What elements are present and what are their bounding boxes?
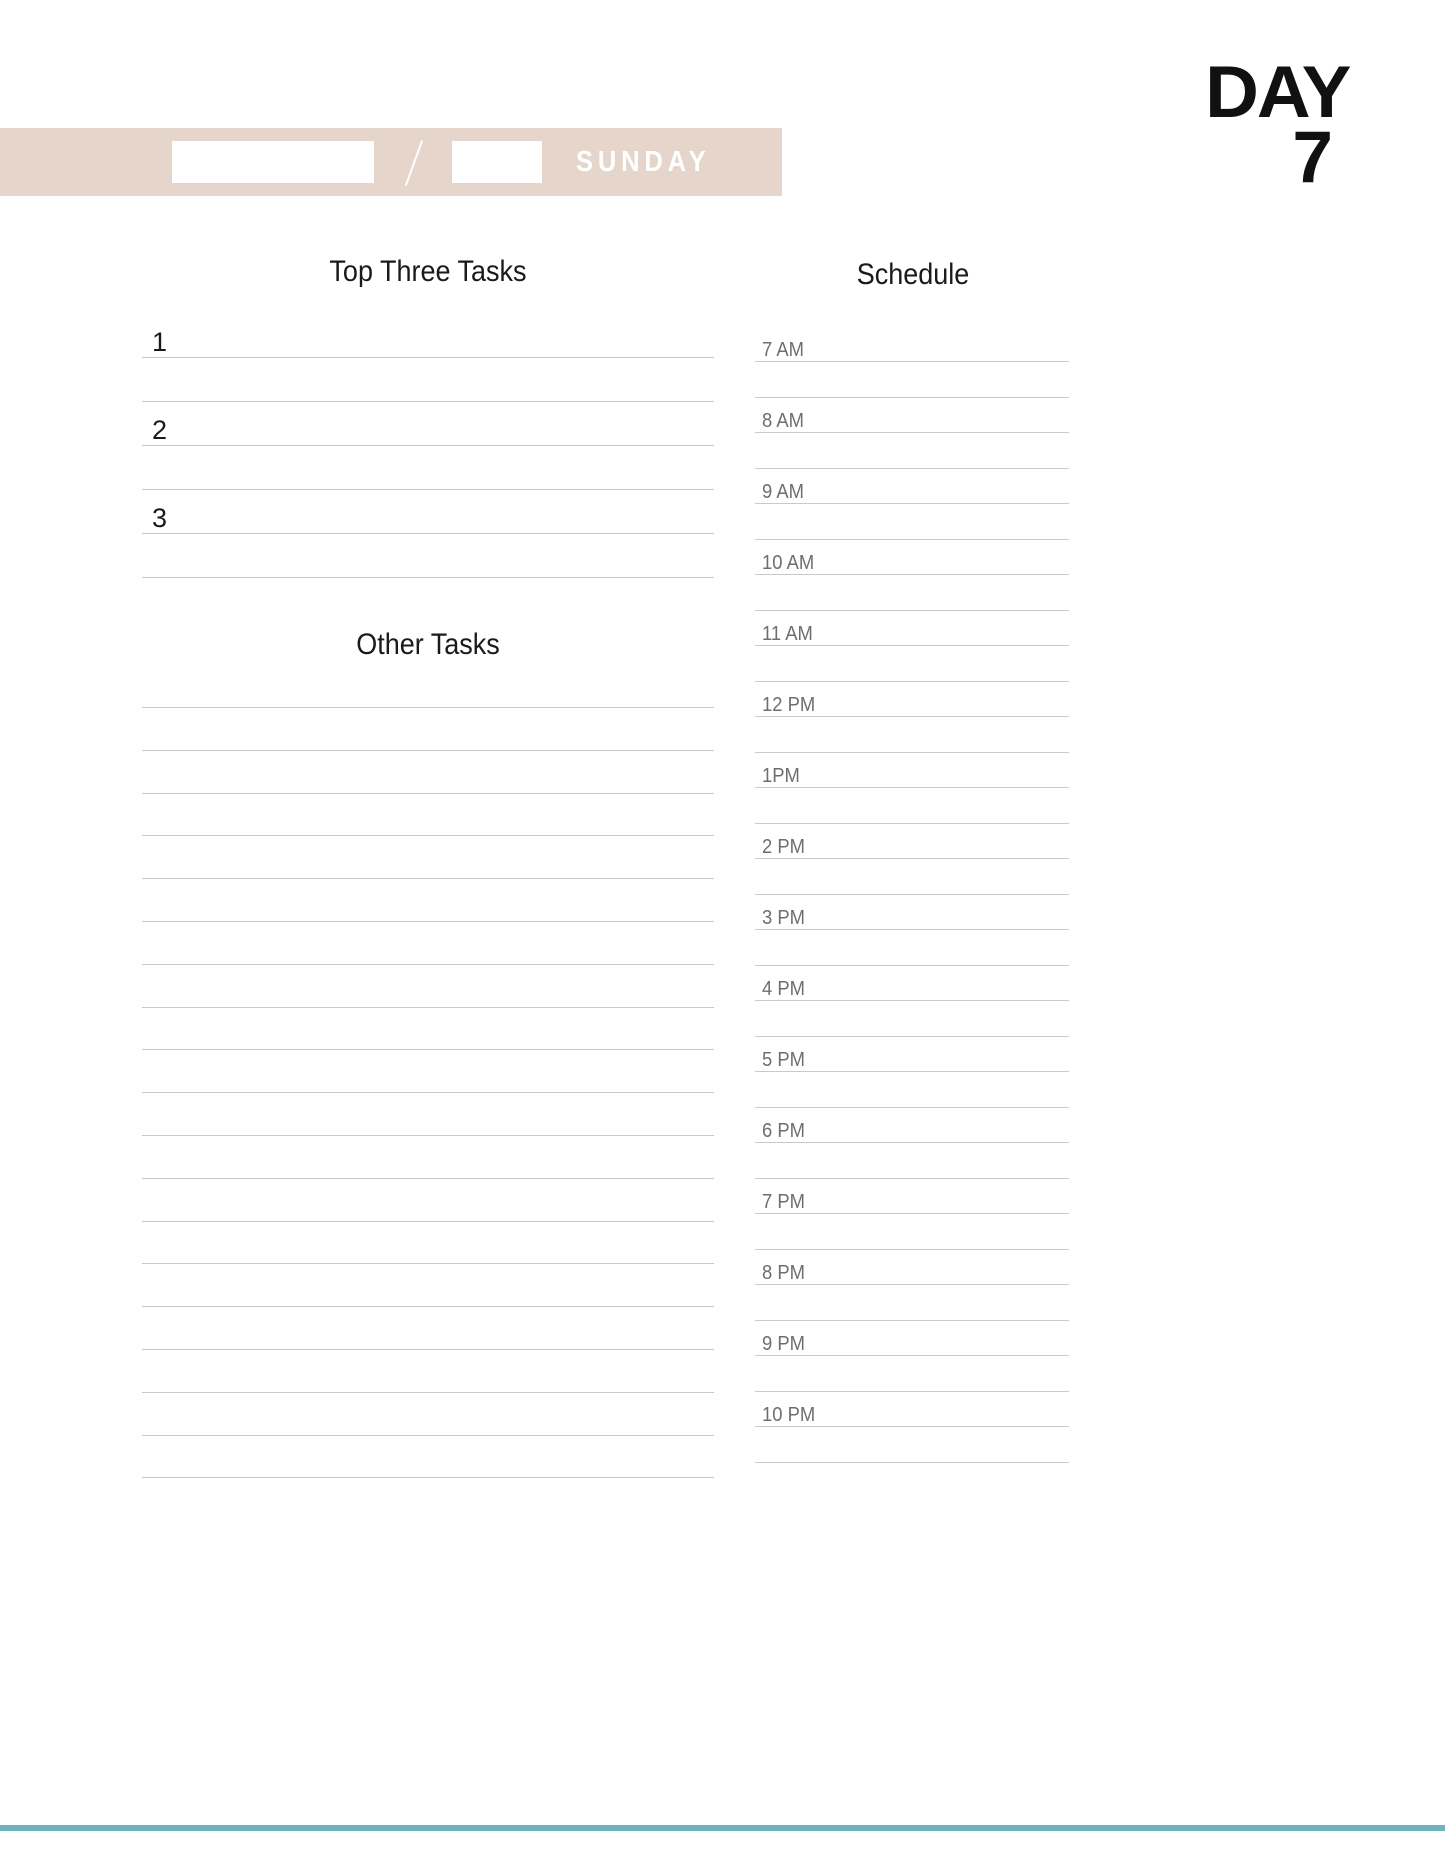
schedule-half-hour-line[interactable] [755,1320,1069,1321]
top-three-task-line[interactable] [142,577,714,578]
schedule-hour-line[interactable]: 9 PM [755,1334,1069,1356]
day-logo: DAY 7 [1204,52,1351,198]
schedule-title: Schedule [856,258,970,291]
schedule-hour-line[interactable]: 12 PM [755,695,1069,717]
schedule-hour-line[interactable]: 10 AM [755,553,1069,575]
schedule-time-label: 6 PM [762,1120,805,1142]
top-three-task-number: 2 [152,415,168,445]
date-separator-slash [374,141,452,183]
schedule-hour-line[interactable]: 9 AM [755,482,1069,504]
schedule-half-hour-line[interactable] [755,1249,1069,1250]
other-task-line[interactable] [142,1092,714,1093]
schedule-half-hour-line[interactable] [755,965,1069,966]
schedule-half-hour-line[interactable] [755,752,1069,753]
schedule-hour-line[interactable]: 10 PM [755,1405,1069,1427]
schedule-time-label: 8 AM [762,410,804,432]
top-three-task-number: 3 [152,503,168,533]
schedule-hour-line[interactable]: 5 PM [755,1050,1069,1072]
schedule-time-label: 12 PM [762,694,816,716]
other-task-line[interactable] [142,1435,714,1436]
top-three-task-line[interactable]: 3 [142,505,714,534]
schedule-time-label: 10 PM [762,1404,816,1426]
other-task-line[interactable] [142,921,714,922]
schedule-time-label: 5 PM [762,1049,805,1071]
other-task-line[interactable] [142,964,714,965]
schedule-time-label: 9 PM [762,1333,805,1355]
day-input-box[interactable] [452,141,542,183]
other-task-line[interactable] [142,1349,714,1350]
schedule-time-label: 3 PM [762,907,805,929]
schedule-time-label: 10 AM [762,552,815,574]
footer-accent-rule [0,1825,1445,1831]
schedule-half-hour-line[interactable] [755,823,1069,824]
schedule-hour-line[interactable]: 4 PM [755,979,1069,1001]
schedule-time-label: 7 AM [762,339,804,361]
day-logo-word: DAY [1204,52,1351,133]
schedule-half-hour-line[interactable] [755,1036,1069,1037]
other-task-line[interactable] [142,1263,714,1264]
schedule-hour-line[interactable]: 3 PM [755,908,1069,930]
other-task-line[interactable] [142,1221,714,1222]
schedule-hour-line[interactable]: 7 PM [755,1192,1069,1214]
schedule-half-hour-line[interactable] [755,610,1069,611]
schedule-hour-line[interactable]: 8 PM [755,1263,1069,1285]
date-band: SUNDAY [0,128,782,196]
schedule-time-label: 4 PM [762,978,805,1000]
top-three-task-line[interactable] [142,401,714,402]
day-logo-number: 7 [1292,116,1333,198]
other-task-line[interactable] [142,1135,714,1136]
schedule-hour-line[interactable]: 8 AM [755,411,1069,433]
schedule-half-hour-line[interactable] [755,539,1069,540]
other-task-line[interactable] [142,1477,714,1478]
schedule-half-hour-line[interactable] [755,1178,1069,1179]
schedule-half-hour-line[interactable] [755,1462,1069,1463]
schedule-time-label: 11 AM [762,623,813,645]
schedule-hour-line[interactable]: 11 AM [755,624,1069,646]
weekday-label: SUNDAY [576,145,711,178]
other-task-line[interactable] [142,878,714,879]
other-task-line[interactable] [142,1306,714,1307]
schedule-hour-line[interactable]: 7 AM [755,340,1069,362]
other-task-line[interactable] [142,1392,714,1393]
other-task-line[interactable] [142,707,714,708]
other-task-line[interactable] [142,1049,714,1050]
schedule-half-hour-line[interactable] [755,468,1069,469]
schedule-time-label: 2 PM [762,836,805,858]
other-task-line[interactable] [142,1178,714,1179]
schedule-hour-line[interactable]: 2 PM [755,837,1069,859]
schedule-time-label: 7 PM [762,1191,805,1213]
other-tasks-title: Other Tasks [356,628,500,661]
month-input-box[interactable] [172,141,374,183]
schedule-half-hour-line[interactable] [755,894,1069,895]
schedule-hour-line[interactable]: 6 PM [755,1121,1069,1143]
schedule-time-label: 8 PM [762,1262,805,1284]
other-task-line[interactable] [142,1007,714,1008]
schedule-half-hour-line[interactable] [755,1391,1069,1392]
top-three-task-line[interactable]: 1 [142,329,714,358]
schedule-half-hour-line[interactable] [755,397,1069,398]
other-task-line[interactable] [142,793,714,794]
schedule-hour-line[interactable]: 1PM [755,766,1069,788]
schedule-half-hour-line[interactable] [755,681,1069,682]
top-three-task-line[interactable]: 2 [142,417,714,446]
top-three-task-number: 1 [152,327,168,357]
other-task-line[interactable] [142,835,714,836]
schedule-half-hour-line[interactable] [755,1107,1069,1108]
schedule-time-label: 1PM [762,765,800,787]
schedule-time-label: 9 AM [762,481,804,503]
top-three-task-line[interactable] [142,489,714,490]
other-task-line[interactable] [142,750,714,751]
top-three-tasks-title: Top Three Tasks [329,255,527,288]
